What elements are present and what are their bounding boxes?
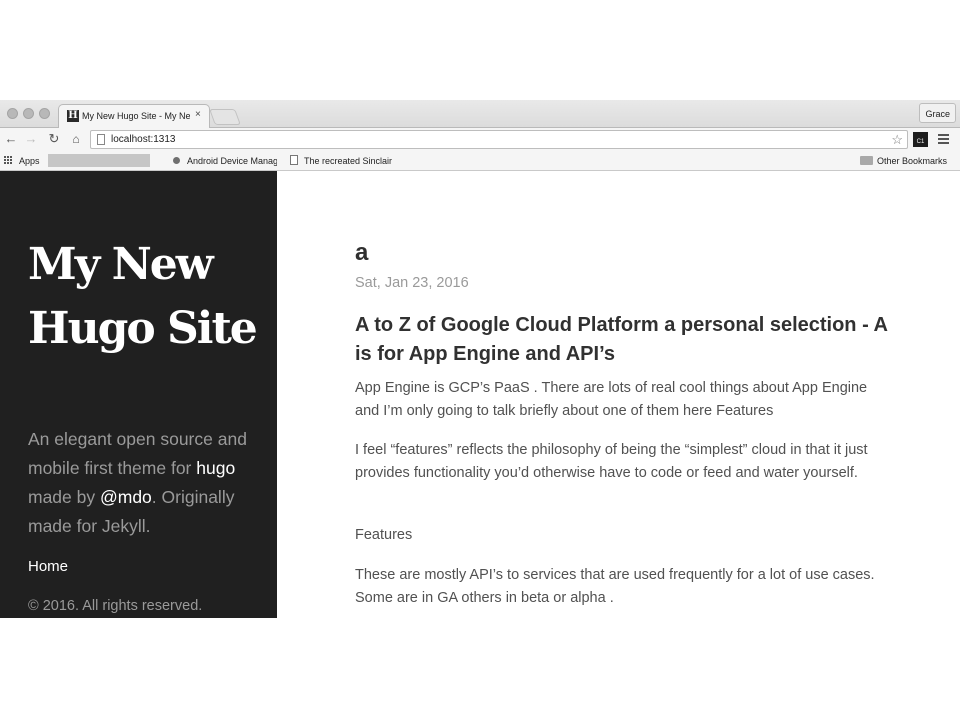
apps-grid-icon[interactable]: [4, 156, 14, 166]
bookmark-star-icon[interactable]: ☆: [891, 132, 903, 147]
page-icon: [97, 134, 105, 145]
copyright: © 2016. All rights reserved.: [28, 598, 203, 614]
browser-window: H My New Hugo Site - My New Hugo Site × …: [0, 100, 960, 618]
tab-strip: H My New Hugo Site - My New Hugo Site × …: [0, 100, 960, 128]
profile-button[interactable]: Grace: [919, 103, 956, 123]
folder-icon: [860, 156, 873, 165]
home-icon[interactable]: ⌂: [69, 131, 83, 147]
menu-icon[interactable]: [938, 132, 950, 146]
address-bar[interactable]: localhost:1313 ☆: [90, 130, 908, 149]
site-title[interactable]: My New Hugo Site: [28, 233, 268, 361]
back-arrow-icon[interactable]: ←: [4, 131, 18, 147]
other-bookmarks[interactable]: Other Bookmarks: [877, 154, 947, 168]
url-text[interactable]: localhost:1313: [111, 133, 176, 147]
paragraph: I feel “features” reflects the philosoph…: [355, 442, 868, 481]
paragraph: These are mostly API’s to services that …: [355, 567, 875, 606]
post-title[interactable]: a: [355, 236, 368, 270]
close-tab-icon[interactable]: ×: [195, 109, 201, 121]
tagline-text-mid: made by: [28, 487, 100, 507]
bookmark-android-device-manager[interactable]: Android Device Manager: [187, 154, 277, 168]
mdo-link[interactable]: @mdo: [100, 487, 152, 507]
reload-icon[interactable]: ↻: [47, 131, 61, 147]
redacted-bookmark[interactable]: [48, 154, 150, 167]
post-date: Sat, Jan 23, 2016: [355, 275, 469, 291]
tab-my-new-hugo-site[interactable]: H My New Hugo Site - My New Hugo Site ×: [58, 104, 210, 128]
hugo-favicon-icon: H: [67, 110, 79, 122]
site-tagline: An elegant open source and mobile first …: [28, 425, 268, 541]
tab-title: My New Hugo Site - My New Hugo Site: [82, 111, 190, 121]
paragraph: Features: [355, 527, 413, 543]
hugo-link[interactable]: hugo: [196, 458, 235, 478]
new-tab-button[interactable]: [209, 109, 241, 125]
minimize-window-button[interactable]: [23, 108, 34, 119]
bookmarks-bar: Apps Android Device Manager The recreate…: [0, 151, 960, 171]
document-icon: [290, 155, 298, 165]
forward-arrow-icon[interactable]: →: [24, 131, 38, 147]
paragraph: App Engine is GCP’s PaaS . There are lot…: [355, 380, 868, 419]
bookmark-apps[interactable]: Apps: [19, 154, 40, 168]
zoom-window-button[interactable]: [39, 108, 50, 119]
nav-home-link[interactable]: Home: [28, 557, 68, 577]
browser-toolbar: ← → ↻ ⌂ localhost:1313 ☆ C1: [0, 128, 960, 151]
android-device-manager-icon: [173, 157, 180, 164]
bookmark-recreated-sinclair[interactable]: The recreated Sinclair: [304, 154, 392, 168]
close-window-button[interactable]: [7, 108, 18, 119]
sidebar: My New Hugo Site An elegant open source …: [0, 171, 277, 618]
web-page: My New Hugo Site An elegant open source …: [0, 171, 960, 618]
article-heading: A to Z of Google Cloud Platform a person…: [355, 314, 888, 365]
extension-icon[interactable]: C1: [913, 132, 928, 147]
